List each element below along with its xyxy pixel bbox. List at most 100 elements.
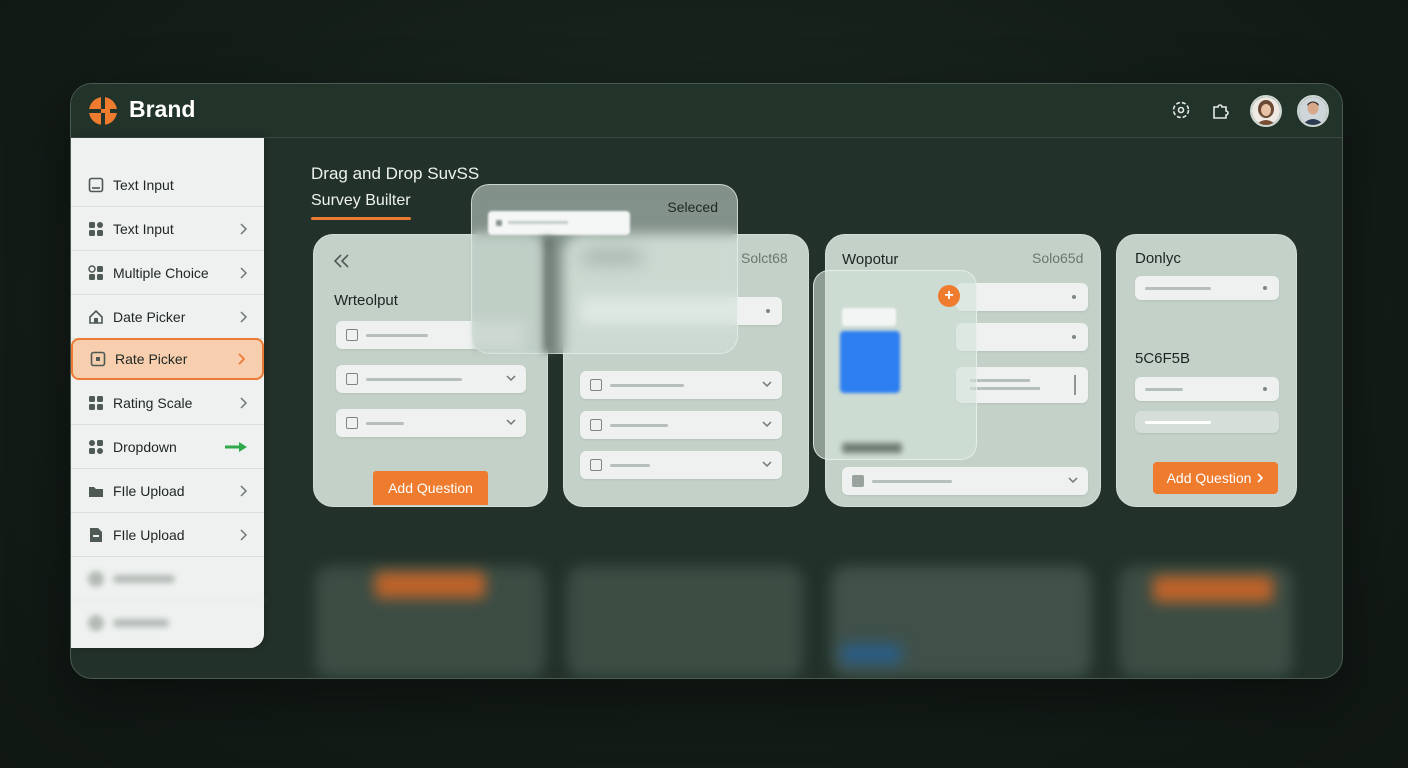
field-placeholder-line <box>872 480 952 483</box>
sidebar-item-label: Date Picker <box>113 308 186 325</box>
top-header: Brand <box>71 84 1342 138</box>
field-placeholder-line <box>1145 388 1183 391</box>
selected-label: Seleced <box>667 199 718 215</box>
question-field[interactable] <box>1135 377 1279 401</box>
question-card-4[interactable]: Donlyc 5C6F5B Add Question <box>1116 234 1297 507</box>
app-window: Brand Text Input Text Input Multiple Cho… <box>70 83 1343 679</box>
field-placeholder-line <box>508 221 568 224</box>
page-subtitle-tab[interactable]: Survey Builter <box>311 192 411 210</box>
card-status: Solct68 <box>741 250 788 266</box>
field-placeholder-line <box>970 379 1030 382</box>
sidebar-item-label: Rating Scale <box>113 394 193 411</box>
sidebar-item-label: FIle Upload <box>113 482 185 499</box>
scrollbar[interactable] <box>1074 375 1076 395</box>
chevron-right-icon <box>240 310 247 323</box>
chevron-down-icon <box>506 419 516 426</box>
question-field[interactable] <box>580 371 782 399</box>
question-field[interactable] <box>580 411 782 439</box>
settings-icon[interactable] <box>1170 99 1192 121</box>
field-icon <box>852 475 864 487</box>
drag-preview-block <box>840 331 900 393</box>
add-icon[interactable]: + <box>938 285 960 307</box>
checkbox-icon <box>346 329 358 341</box>
sidebar-item-rate-picker[interactable]: Rate Picker <box>71 338 264 380</box>
user-avatar-woman[interactable] <box>1250 95 1282 127</box>
collapse-left-icon[interactable] <box>334 254 350 268</box>
blurred-label <box>113 619 169 627</box>
sidebar: Text Input Text Input Multiple Choice Da… <box>71 138 264 648</box>
sidebar-item-text-input-2[interactable]: Text Input <box>71 207 264 251</box>
field-placeholder-line <box>970 387 1040 390</box>
sidebar-item-rating-scale[interactable]: Rating Scale <box>71 381 264 425</box>
more-dot-icon <box>1072 295 1076 299</box>
add-question-button[interactable]: Add Question <box>1153 462 1278 494</box>
drag-shadow <box>542 237 554 353</box>
card-status: Solo65d <box>1032 250 1084 266</box>
grid-icon <box>89 221 103 236</box>
question-field[interactable] <box>842 467 1088 495</box>
more-dot-icon <box>766 309 770 313</box>
blurred-button <box>1153 576 1273 602</box>
home-icon <box>89 309 103 324</box>
field-icon <box>496 220 502 226</box>
sidebar-item-file-upload-2[interactable]: FIle Upload <box>71 513 264 557</box>
more-dot-icon <box>1072 335 1076 339</box>
sidebar-item-label: Text Input <box>113 220 174 237</box>
sidebar-item-blurred <box>71 557 264 601</box>
chevron-down-icon <box>506 375 516 382</box>
chevron-right-icon <box>240 396 247 409</box>
chevron-down-icon <box>762 381 772 388</box>
sidebar-item-label: Text Input <box>113 176 174 193</box>
dragging-component-popup[interactable]: + <box>813 270 977 460</box>
sidebar-item-file-upload[interactable]: FIle Upload <box>71 469 264 513</box>
more-dot-icon <box>1263 387 1267 391</box>
brand-name[interactable]: Brand <box>129 96 195 123</box>
question-field[interactable] <box>336 409 526 437</box>
sidebar-item-text-input[interactable]: Text Input <box>71 163 264 207</box>
question-field[interactable] <box>1135 276 1279 300</box>
blurred-card <box>567 566 803 678</box>
puzzle-icon[interactable] <box>1210 99 1232 121</box>
chevron-right-icon <box>240 528 247 541</box>
card-title: Wopotur <box>842 251 899 268</box>
sidebar-item-label: Multiple Choice <box>113 264 209 281</box>
sidebar-item-label: Dropdown <box>113 438 177 455</box>
chevron-right-icon <box>240 266 247 279</box>
field-placeholder-line <box>366 378 462 381</box>
user-avatar-man[interactable] <box>1297 95 1329 127</box>
field-placeholder-line <box>610 464 650 467</box>
brand-logo-icon <box>89 97 117 125</box>
question-field[interactable] <box>580 451 782 479</box>
sidebar-item-dropdown[interactable]: Dropdown <box>71 425 264 469</box>
folder-icon <box>89 486 103 497</box>
blurred-icon <box>88 615 104 631</box>
blurred-button <box>841 644 901 664</box>
square-icon <box>90 351 106 367</box>
field-icon <box>346 417 358 429</box>
add-question-label: Add Question <box>1166 470 1252 486</box>
chevron-down-icon <box>762 421 772 428</box>
add-question-button[interactable]: Add Question <box>373 471 488 505</box>
field-icon <box>590 419 602 431</box>
sidebar-item-date-picker[interactable]: Date Picker <box>71 295 264 339</box>
question-field[interactable] <box>336 365 526 393</box>
card-title: Donlyc <box>1135 250 1181 267</box>
field-icon <box>590 379 602 391</box>
sidebar-item-multiple-choice[interactable]: Multiple Choice <box>71 251 264 295</box>
chevron-right-icon <box>1257 473 1264 483</box>
chevron-down-icon <box>1068 477 1078 484</box>
card-value: 5C6F5B <box>1135 350 1191 367</box>
add-question-label: Add Question <box>388 480 473 496</box>
dragged-field[interactable] <box>488 211 630 235</box>
page-title: Drag and Drop SuvSS <box>311 164 480 183</box>
card-title: Wrteolput <box>334 292 398 309</box>
chevron-right-icon <box>240 222 247 235</box>
text-input-icon <box>88 177 104 192</box>
field-placeholder-line <box>1145 421 1211 424</box>
field-placeholder-line <box>610 424 668 427</box>
chevron-down-icon <box>762 461 772 468</box>
selected-drag-popup[interactable]: Seleced <box>471 184 738 354</box>
chevron-right-icon <box>238 353 245 365</box>
question-field[interactable] <box>1135 411 1279 433</box>
field-placeholder-line <box>366 334 428 337</box>
